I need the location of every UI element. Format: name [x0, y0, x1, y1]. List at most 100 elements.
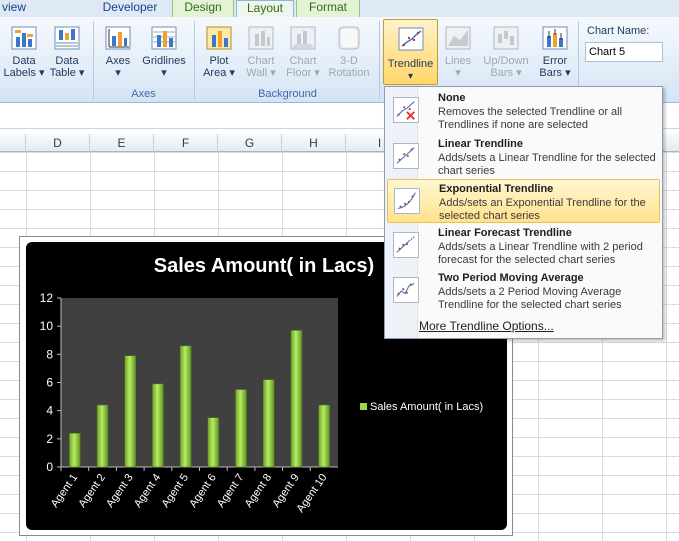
plot-area-icon — [206, 26, 232, 50]
tab-developer[interactable]: Developer — [90, 0, 170, 17]
chart-legend[interactable]: Sales Amount( in Lacs) — [360, 401, 483, 413]
exponential-trendline-icon — [394, 188, 420, 214]
lines-button[interactable]: Lines ▾ — [440, 24, 476, 79]
tab-layout[interactable]: Layout — [236, 0, 294, 18]
lines-icon — [445, 26, 471, 50]
plot-area-button[interactable]: Plot Area ▾ — [199, 24, 239, 79]
trendline-menu-item-title: Exponential Trendline — [439, 183, 554, 195]
trendline-menu-item[interactable]: Linear Forecast Trendline Adds/sets a Lin… — [387, 224, 660, 268]
trendline-menu-item-title: Two Period Moving Average — [438, 272, 584, 284]
data-table-button[interactable]: Data Table ▾ — [47, 24, 87, 79]
trendline-menu: None Removes the selected Trendline or al… — [384, 86, 663, 339]
y-tick-label: 4 — [46, 404, 53, 418]
trendline-menu-item[interactable]: Two Period Moving Average Adds/sets a 2 P… — [387, 269, 660, 313]
data-labels-icon — [11, 26, 37, 50]
updown-bars-icon — [493, 26, 519, 50]
chart-name-input[interactable] — [585, 42, 663, 62]
gridlines-icon — [151, 26, 177, 50]
updown-bars-label-1: Up/Down — [483, 55, 529, 67]
chart-bar[interactable] — [207, 417, 220, 468]
column-header-h[interactable]: H — [282, 134, 346, 152]
group-separator — [379, 21, 380, 99]
ribbon-tabs: view Developer Design Layout Format — [0, 0, 679, 18]
x-tick-label: Agent 5 — [160, 472, 192, 510]
plot-area-label-2: Area ▾ — [203, 67, 235, 79]
trendline-menu-item-description: Removes the selected Trendline or all Tr… — [438, 106, 623, 131]
chart-bar[interactable] — [290, 330, 303, 468]
gridlines-button[interactable]: Gridlines ▾ — [140, 24, 188, 79]
chart-floor-label-1: Chart — [289, 55, 317, 67]
error-bars-button[interactable]: Error Bars ▾ — [536, 24, 574, 79]
trendline-menu-item-description: Adds/sets a 2 Period Moving Average Tren… — [438, 286, 622, 311]
linear-forecast-trendline-icon — [393, 232, 419, 258]
plot-area-label-1: Plot — [209, 55, 229, 67]
tab-format[interactable]: Format — [296, 0, 360, 17]
chart-bar[interactable] — [124, 355, 136, 468]
3d-rotation-button[interactable]: 3-D Rotation — [324, 24, 374, 79]
legend-swatch — [360, 403, 367, 410]
chart-plot-svg[interactable]: 024681012Agent 1Agent 2Agent 3Agent 4Age… — [26, 242, 386, 532]
chart-bar[interactable] — [235, 389, 247, 468]
error-bars-label-2: Bars ▾ — [539, 67, 571, 79]
linear-trendline-icon — [393, 143, 419, 169]
axes-button[interactable]: Axes ▾ — [98, 24, 138, 79]
group-label-background: Background — [258, 88, 317, 100]
chart-floor-icon — [290, 26, 316, 50]
trendline-menu-item[interactable]: None Removes the selected Trendline or al… — [387, 89, 660, 133]
updown-bars-label-2: Bars ▾ — [490, 67, 522, 79]
column-header-d[interactable]: D — [26, 134, 90, 152]
trendline-menu-item[interactable]: Exponential Trendline Adds/sets an Expone… — [387, 179, 660, 223]
axes-label: Axes — [105, 55, 131, 67]
data-labels-button[interactable]: Data Labels ▾ — [2, 24, 46, 79]
group-separator — [93, 21, 94, 99]
y-tick-label: 12 — [40, 291, 54, 305]
data-labels-label-2: Labels ▾ — [3, 67, 45, 79]
chart-bar[interactable] — [318, 404, 330, 468]
y-tick-label: 6 — [46, 376, 53, 390]
chart-bar[interactable] — [263, 379, 275, 468]
chart-bar[interactable] — [179, 345, 192, 468]
gridlines-label: Gridlines — [142, 55, 186, 67]
y-tick-label: 2 — [46, 432, 53, 446]
axes-dropdown-arrow: ▾ — [115, 67, 121, 79]
chart-floor-button[interactable]: Chart Floor ▾ — [283, 24, 323, 79]
data-table-label-2: Table ▾ — [49, 67, 85, 79]
updown-bars-button[interactable]: Up/Down Bars ▾ — [478, 24, 534, 79]
y-tick-label: 0 — [46, 460, 53, 474]
3d-rotation-icon — [338, 26, 360, 50]
column-header-corner[interactable] — [0, 134, 26, 152]
chart-bar[interactable] — [96, 404, 109, 468]
x-tick-label: Agent 3 — [104, 472, 136, 510]
chart-bar[interactable] — [152, 383, 164, 468]
chart-wall-label-1: Chart — [247, 55, 275, 67]
trendline-icon — [398, 27, 424, 51]
y-tick-label: 10 — [40, 319, 54, 333]
column-header-e[interactable]: E — [90, 134, 154, 152]
chart-wall-button[interactable]: Chart Wall ▾ — [241, 24, 281, 79]
tab-design[interactable]: Design — [172, 0, 234, 17]
chart-wall-icon — [248, 26, 274, 50]
tab-view[interactable]: view — [0, 0, 28, 17]
trendline-menu-item[interactable]: Linear Trendline Adds/sets a Linear Trend… — [387, 135, 660, 179]
chart-name-label: Chart Name: — [587, 25, 650, 37]
3d-rotation-label-2: Rotation — [328, 67, 370, 79]
more-trendline-options-menu-item[interactable]: More Trendline Options... — [419, 319, 554, 333]
chart-bar[interactable] — [69, 432, 81, 468]
y-tick-label: 8 — [46, 347, 53, 361]
data-labels-label-1: Data — [12, 55, 36, 67]
column-header-g[interactable]: G — [218, 134, 282, 152]
trendline-button[interactable]: Trendline ▾ — [383, 19, 438, 85]
legend-label: Sales Amount( in Lacs) — [370, 401, 484, 413]
column-header-f[interactable]: F — [154, 134, 218, 152]
chart-floor-label-2: Floor ▾ — [286, 67, 320, 79]
axes-icon — [105, 26, 131, 50]
moving-average-trendline-icon — [393, 277, 419, 303]
trendline-menu-item-description: Adds/sets a Linear Trendline for the sel… — [438, 152, 656, 177]
group-separator — [194, 21, 195, 99]
error-bars-label-1: Error — [542, 55, 568, 67]
x-tick-label: Agent 4 — [132, 472, 164, 510]
data-table-icon — [54, 26, 80, 50]
trendline-menu-item-title: Linear Trendline — [438, 138, 523, 150]
x-tick-label: Agent 1 — [49, 472, 81, 510]
trendline-menu-item-title: Linear Forecast Trendline — [438, 227, 572, 239]
